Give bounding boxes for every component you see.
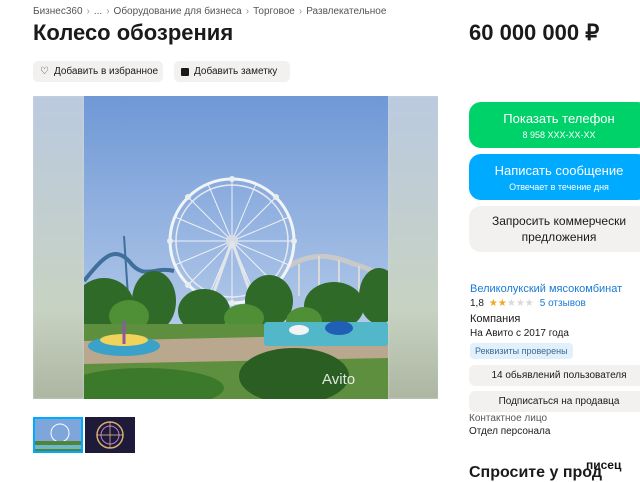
add-to-favorites-label: Добавить в избранное bbox=[53, 66, 159, 77]
seller-listings-button[interactable]: 14 обьявлений пользователя bbox=[469, 365, 640, 386]
request-offer-button[interactable]: Запросить коммерчески предложения bbox=[469, 206, 640, 252]
thumbnail-1[interactable] bbox=[33, 417, 83, 453]
write-message-label: Написать сообщение bbox=[494, 163, 624, 178]
rating-stars: ★★★★★ bbox=[489, 298, 534, 309]
write-message-button[interactable]: Написать сообщение Отвечает в течение дн… bbox=[469, 154, 640, 200]
add-note-button[interactable]: Добавить заметку bbox=[174, 61, 290, 82]
photo-blur-left bbox=[33, 96, 84, 399]
main-photo[interactable]: Avito bbox=[33, 96, 438, 399]
seller-name-link[interactable]: Великолукский мясокомбинат bbox=[470, 283, 622, 295]
request-offer-line1: Запросить коммерчески bbox=[491, 214, 627, 228]
write-message-sub: Отвечает в течение дня bbox=[509, 182, 609, 192]
subscribe-button[interactable]: Подписаться на продавца bbox=[469, 391, 640, 412]
star-icon: ★ bbox=[497, 298, 507, 309]
breadcrumb-item[interactable]: Оборудование для бизнеса bbox=[114, 6, 242, 17]
show-phone-button[interactable]: Показать телефон 8 958 XXX-XX-XX bbox=[469, 102, 640, 148]
star-icon: ★ bbox=[524, 298, 534, 309]
contact-person: Отдел персонала bbox=[469, 426, 551, 437]
ferris-wheel-image: Avito bbox=[84, 96, 388, 399]
listing-price: 60 000 000 ₽ bbox=[469, 20, 600, 45]
seller-rating: 1,8 ★★★★★ 5 отзывов bbox=[470, 298, 586, 309]
contact-person-label: Контактное лицо bbox=[469, 413, 548, 424]
add-to-favorites-button[interactable]: ♡ Добавить в избранное bbox=[33, 61, 163, 82]
seller-listings-label: 14 обьявлений пользователя bbox=[491, 370, 627, 381]
thumbnail-2[interactable] bbox=[85, 417, 135, 453]
breadcrumb-item[interactable]: ... bbox=[94, 6, 102, 17]
request-offer-line2: предложения bbox=[521, 230, 597, 244]
breadcrumb-item[interactable]: Развлекательное bbox=[306, 6, 386, 17]
star-icon: ★ bbox=[515, 298, 525, 309]
breadcrumb-item[interactable]: Торговое bbox=[253, 6, 295, 17]
star-icon: ★ bbox=[488, 298, 498, 309]
show-phone-label: Показать телефон bbox=[503, 111, 615, 126]
star-icon: ★ bbox=[506, 298, 516, 309]
overlay-watermark: писец bbox=[586, 458, 622, 472]
avito-watermark: Avito bbox=[322, 371, 355, 388]
breadcrumb-separator: › bbox=[106, 6, 110, 17]
rating-value: 1,8 bbox=[470, 298, 484, 309]
seller-since: На Авито с 2017 года bbox=[470, 328, 569, 339]
thumbnail-image bbox=[85, 417, 135, 453]
subscribe-label: Подписаться на продавца bbox=[498, 396, 620, 407]
phone-masked: 8 958 XXX-XX-XX bbox=[522, 130, 596, 140]
photo-blur-right bbox=[388, 96, 438, 399]
add-note-label: Добавить заметку bbox=[194, 66, 278, 77]
seller-type: Компания bbox=[470, 313, 521, 325]
breadcrumb-separator: › bbox=[86, 6, 90, 17]
verified-badge: Реквизиты проверены bbox=[470, 343, 573, 359]
breadcrumb-separator: › bbox=[298, 6, 303, 17]
thumbnail-image bbox=[35, 419, 81, 451]
ask-seller-heading: Спросите у прод bbox=[469, 464, 602, 481]
listing-title: Колесо обозрения bbox=[33, 20, 234, 45]
breadcrumb-item[interactable]: Бизнес360 bbox=[33, 6, 83, 17]
note-icon bbox=[181, 67, 189, 76]
heart-icon: ♡ bbox=[40, 66, 49, 77]
breadcrumb: Бизнес360 ›... › Оборудование для бизнеса › Т… bbox=[33, 6, 386, 17]
reviews-link[interactable]: 5 отзывов bbox=[540, 298, 586, 309]
breadcrumb-separator: › bbox=[245, 6, 250, 17]
